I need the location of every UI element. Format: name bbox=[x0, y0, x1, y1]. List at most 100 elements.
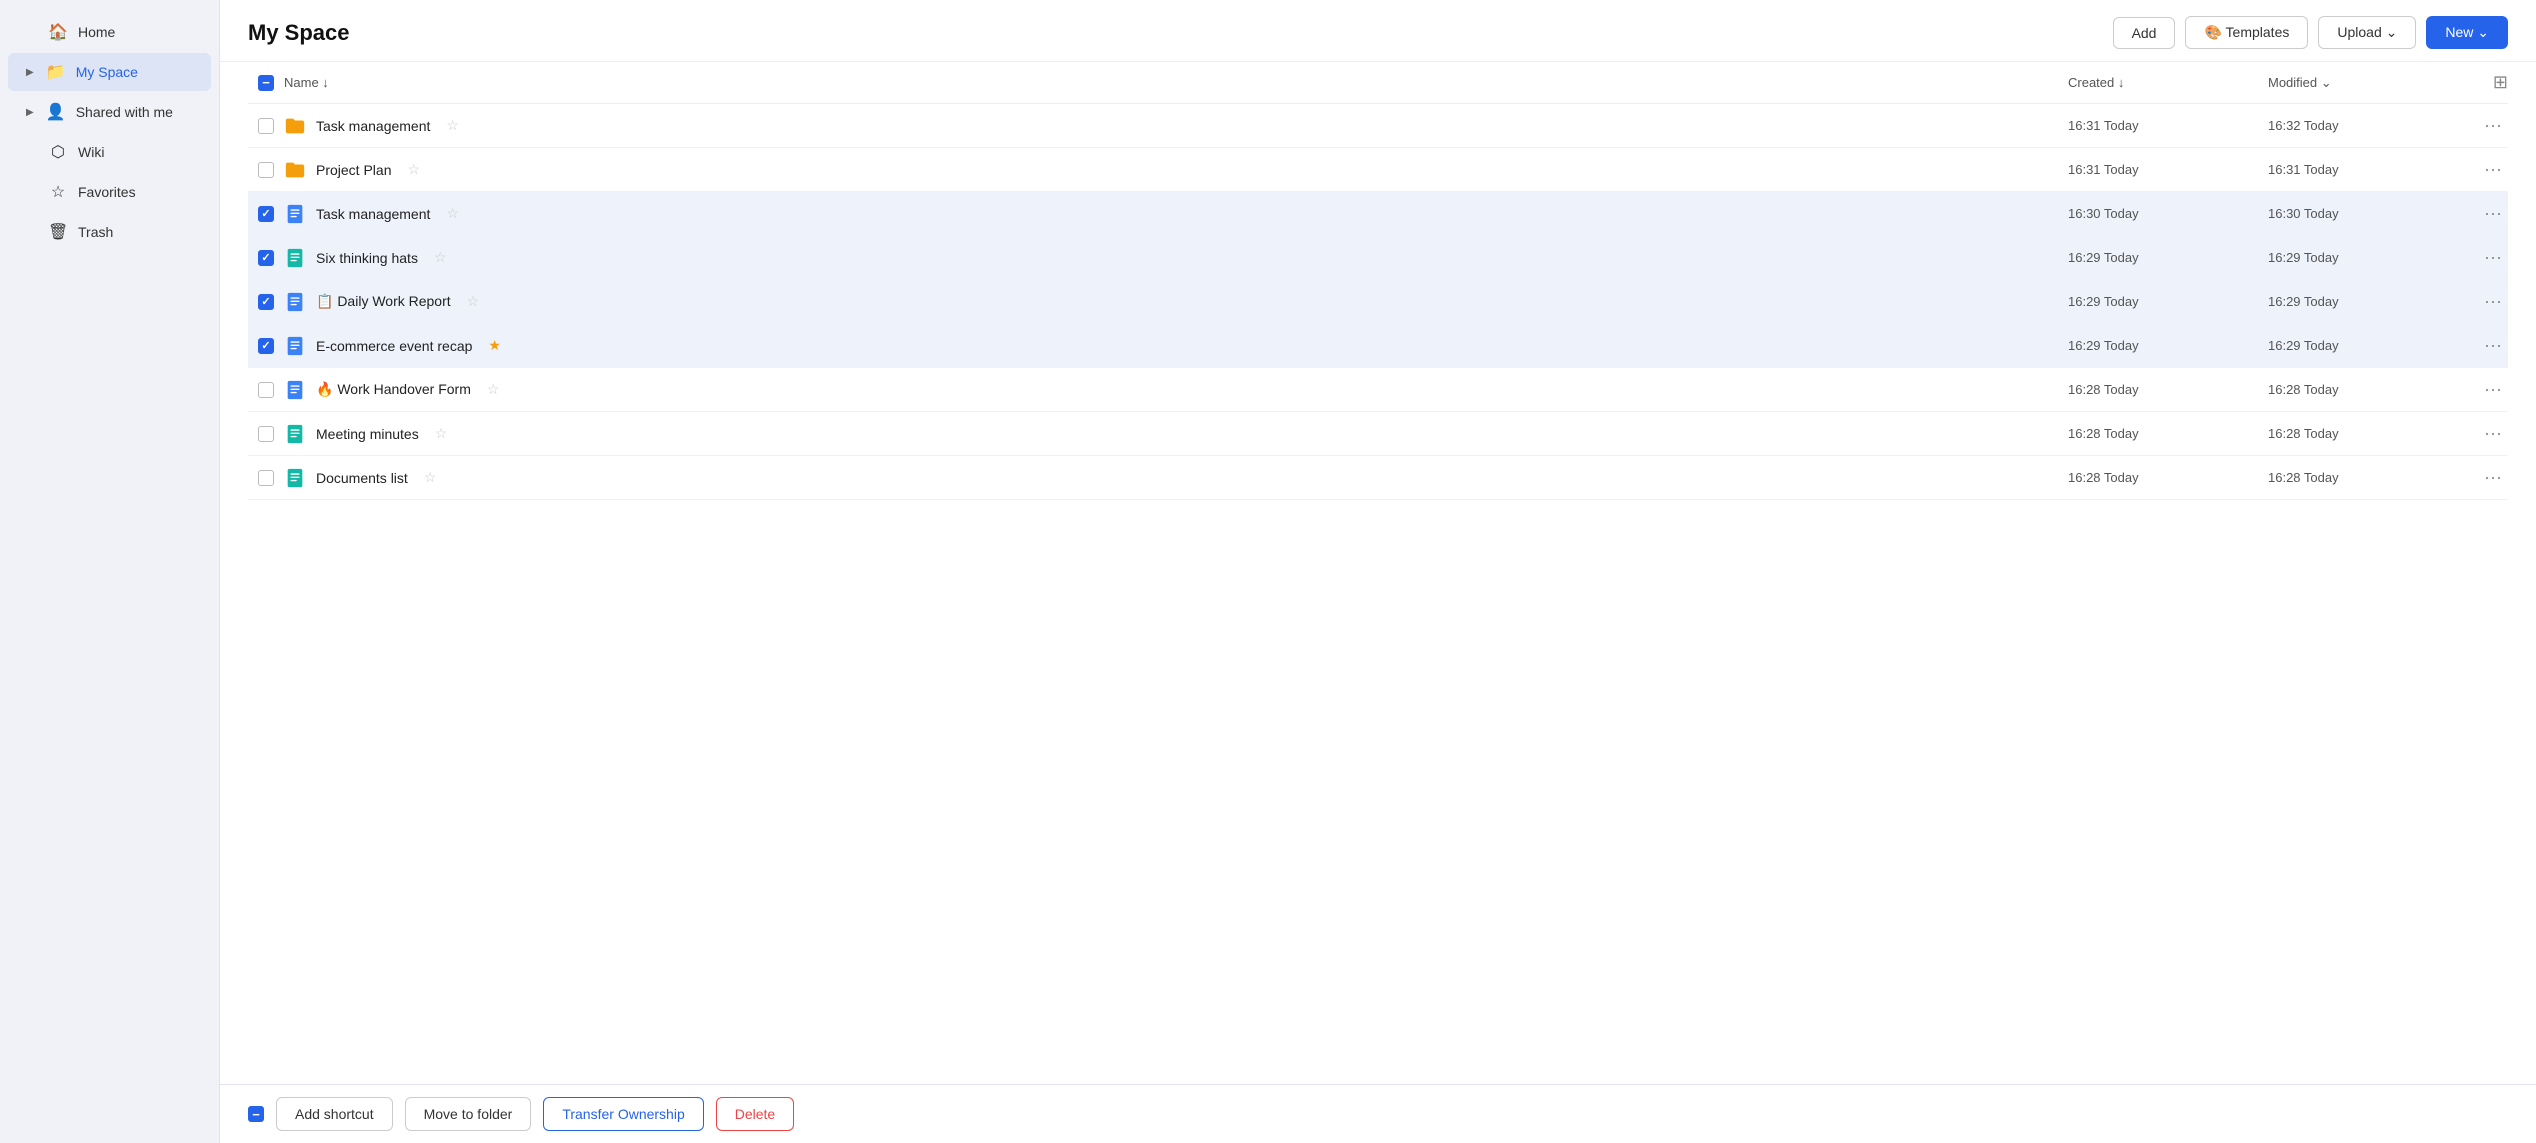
sidebar-arrow: ▶ bbox=[26, 107, 34, 118]
add-shortcut-button[interactable]: Add shortcut bbox=[276, 1097, 393, 1131]
created-date: 16:30 Today bbox=[2068, 206, 2268, 221]
name-cell: Project Plan ☆ bbox=[284, 159, 2068, 181]
more-options-button[interactable]: ··· bbox=[2478, 201, 2508, 226]
star-icon[interactable]: ☆ bbox=[487, 381, 500, 398]
created-date: 16:31 Today bbox=[2068, 162, 2268, 177]
file-name: Task management bbox=[316, 206, 430, 222]
new-button[interactable]: New ⌄ bbox=[2426, 16, 2508, 49]
star-icon[interactable]: ★ bbox=[488, 337, 501, 354]
table-body: Task management ☆ 16:31 Today 16:32 Toda… bbox=[248, 104, 2508, 500]
table-row[interactable]: Project Plan ☆ 16:31 Today 16:31 Today ·… bbox=[248, 148, 2508, 192]
favorites-icon: ☆ bbox=[48, 182, 68, 202]
more-cell: ··· bbox=[2468, 421, 2508, 446]
table-row[interactable]: Task management ☆ 16:31 Today 16:32 Toda… bbox=[248, 104, 2508, 148]
name-cell: 🔥 Work Handover Form ☆ bbox=[284, 379, 2068, 401]
header: My Space Add 🎨 Templates Upload ⌄ New ⌄ bbox=[220, 0, 2536, 62]
created-date: 16:28 Today bbox=[2068, 470, 2268, 485]
row-checkbox[interactable] bbox=[258, 206, 274, 222]
doc-icon bbox=[284, 335, 306, 357]
row-checkbox[interactable] bbox=[258, 250, 274, 266]
doc-icon bbox=[284, 423, 306, 445]
created-date: 16:29 Today bbox=[2068, 250, 2268, 265]
table-row[interactable]: Documents list ☆ 16:28 Today 16:28 Today… bbox=[248, 456, 2508, 500]
table-row[interactable]: Meeting minutes ☆ 16:28 Today 16:28 Toda… bbox=[248, 412, 2508, 456]
name-cell: Task management ☆ bbox=[284, 203, 2068, 225]
created-column-header[interactable]: Created ↓ bbox=[2068, 75, 2268, 90]
star-icon[interactable]: ☆ bbox=[407, 161, 420, 178]
templates-button[interactable]: 🎨 Templates bbox=[2185, 16, 2308, 49]
more-options-button[interactable]: ··· bbox=[2478, 289, 2508, 314]
star-icon[interactable]: ☆ bbox=[446, 117, 459, 134]
sidebar-item-favorites[interactable]: ☆ Favorites bbox=[8, 173, 211, 211]
more-options-button[interactable]: ··· bbox=[2478, 113, 2508, 138]
folder-icon bbox=[284, 115, 306, 137]
file-name: 📋 Daily Work Report bbox=[316, 293, 451, 310]
table-row[interactable]: Six thinking hats ☆ 16:29 Today 16:29 To… bbox=[248, 236, 2508, 280]
star-icon[interactable]: ☆ bbox=[467, 293, 480, 310]
select-all-checkbox[interactable] bbox=[258, 75, 274, 91]
sharedwithme-icon: 👤 bbox=[46, 102, 66, 122]
move-to-folder-button[interactable]: Move to folder bbox=[405, 1097, 532, 1131]
header-actions: Add 🎨 Templates Upload ⌄ New ⌄ bbox=[2113, 16, 2508, 49]
row-checkbox[interactable] bbox=[258, 162, 274, 178]
file-table: Name ↓ Created ↓ Modified ⌄ ⊞ Task manag… bbox=[220, 62, 2536, 1084]
name-column-header[interactable]: Name ↓ bbox=[284, 75, 2068, 90]
modified-column-header[interactable]: Modified ⌄ bbox=[2268, 75, 2468, 91]
row-checkbox[interactable] bbox=[258, 426, 274, 442]
table-row[interactable]: Task management ☆ 16:30 Today 16:30 Toda… bbox=[248, 192, 2508, 236]
file-name: 🔥 Work Handover Form bbox=[316, 381, 471, 398]
row-checkbox[interactable] bbox=[258, 470, 274, 486]
more-options-button[interactable]: ··· bbox=[2478, 157, 2508, 182]
modified-date: 16:30 Today bbox=[2268, 206, 2468, 221]
more-options-button[interactable]: ··· bbox=[2478, 421, 2508, 446]
modified-date: 16:28 Today bbox=[2268, 382, 2468, 397]
star-icon[interactable]: ☆ bbox=[424, 469, 437, 486]
created-date: 16:29 Today bbox=[2068, 294, 2268, 309]
table-row[interactable]: 🔥 Work Handover Form ☆ 16:28 Today 16:28… bbox=[248, 368, 2508, 412]
row-checkbox-cell bbox=[248, 338, 284, 354]
sidebar-item-sharedwithme[interactable]: ▶ 👤 Shared with me bbox=[8, 93, 211, 131]
file-name: Documents list bbox=[316, 470, 408, 486]
sidebar-item-trash[interactable]: 🗑 Trash bbox=[8, 213, 211, 251]
row-checkbox-cell bbox=[248, 426, 284, 442]
myspace-icon: 📁 bbox=[46, 62, 66, 82]
action-bar-checkbox[interactable] bbox=[248, 1106, 264, 1122]
more-options-button[interactable]: ··· bbox=[2478, 245, 2508, 270]
table-row[interactable]: 📋 Daily Work Report ☆ 16:29 Today 16:29 … bbox=[248, 280, 2508, 324]
more-options-button[interactable]: ··· bbox=[2478, 333, 2508, 358]
sidebar-item-wiki[interactable]: ⬡ Wiki bbox=[8, 133, 211, 171]
sidebar-arrow: ▶ bbox=[26, 67, 34, 78]
doc-icon bbox=[284, 203, 306, 225]
row-checkbox-cell bbox=[248, 382, 284, 398]
sidebar-item-myspace[interactable]: ▶ 📁 My Space bbox=[8, 53, 211, 91]
transfer-ownership-button[interactable]: Transfer Ownership bbox=[543, 1097, 703, 1131]
star-icon[interactable]: ☆ bbox=[446, 205, 459, 222]
created-date: 16:31 Today bbox=[2068, 118, 2268, 133]
row-checkbox-cell bbox=[248, 118, 284, 134]
more-options-button[interactable]: ··· bbox=[2478, 465, 2508, 490]
upload-button[interactable]: Upload ⌄ bbox=[2318, 16, 2416, 49]
view-toggle-button[interactable]: ⊞ bbox=[2493, 72, 2508, 93]
trash-icon: 🗑 bbox=[48, 222, 68, 242]
row-checkbox-cell bbox=[248, 294, 284, 310]
sidebar-label-favorites: Favorites bbox=[78, 184, 136, 200]
sidebar-label-trash: Trash bbox=[78, 224, 113, 240]
row-checkbox[interactable] bbox=[258, 382, 274, 398]
sidebar-item-home[interactable]: 🏠 Home bbox=[8, 13, 211, 51]
row-checkbox[interactable] bbox=[258, 118, 274, 134]
more-options-button[interactable]: ··· bbox=[2478, 377, 2508, 402]
doc-icon bbox=[284, 467, 306, 489]
modified-date: 16:29 Today bbox=[2268, 294, 2468, 309]
delete-button[interactable]: Delete bbox=[716, 1097, 794, 1131]
file-name: Meeting minutes bbox=[316, 426, 419, 442]
table-row[interactable]: E-commerce event recap ★ 16:29 Today 16:… bbox=[248, 324, 2508, 368]
modified-date: 16:31 Today bbox=[2268, 162, 2468, 177]
add-button[interactable]: Add bbox=[2113, 17, 2176, 49]
name-cell: Six thinking hats ☆ bbox=[284, 247, 2068, 269]
star-icon[interactable]: ☆ bbox=[434, 249, 447, 266]
modified-date: 16:28 Today bbox=[2268, 470, 2468, 485]
row-checkbox[interactable] bbox=[258, 338, 274, 354]
star-icon[interactable]: ☆ bbox=[435, 425, 448, 442]
sidebar-label-myspace: My Space bbox=[76, 64, 138, 80]
row-checkbox[interactable] bbox=[258, 294, 274, 310]
